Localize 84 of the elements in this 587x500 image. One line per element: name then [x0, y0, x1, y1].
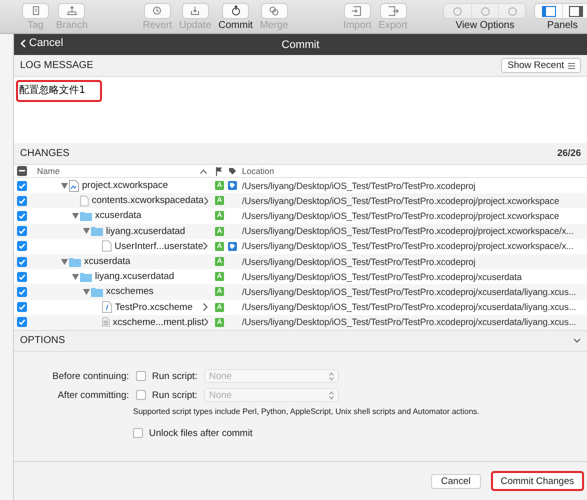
script-document-icon [102, 301, 112, 314]
folder-icon [91, 226, 103, 236]
folder-icon [80, 210, 92, 221]
disclosure-triangle-down-icon[interactable] [60, 182, 68, 189]
file-name: xcschemes [106, 286, 155, 298]
file-location: /Users/liyang/Desktop/iOS_Test/TestPro/TestPro.xcodeproj [242, 256, 476, 267]
disclosure-triangle-down-icon[interactable] [72, 274, 78, 280]
up-down-arrows-icon [329, 372, 334, 381]
checkbox[interactable] [17, 256, 27, 267]
dash-icon [19, 170, 25, 172]
section-title: LOG MESSAGE [20, 60, 94, 71]
checkbox[interactable] [17, 196, 27, 206]
file-location: /Users/liyang/Desktop/iOS_Test/TestPro/TestPro.xcodeproj/project.xcworkspace/x... [242, 226, 574, 236]
option-label: Before continuing: [51, 370, 129, 382]
chevron-icon[interactable] [204, 196, 208, 205]
file-name: project.xcworkspace [82, 180, 170, 192]
view-options-label: View Options [456, 20, 514, 31]
column-header[interactable]: Name [37, 166, 200, 176]
upload-icon [64, 4, 79, 18]
file-location: /Users/liyang/Desktop/iOS_Test/TestPro/TestPro.xcodeproj/project.xcworkspace [242, 210, 560, 221]
file-location: /Users/liyang/Desktop/iOS_Test/TestPro/TestPro.xcodeproj/project.xcworkspace [242, 196, 560, 206]
file-name: xcuserdata [84, 256, 132, 268]
checkbox[interactable] [17, 180, 27, 191]
tag-icon [228, 181, 237, 190]
file-name: liyang.xcuserdatad [95, 271, 176, 282]
chevron-down-icon[interactable] [573, 338, 581, 344]
checkbox[interactable] [17, 226, 27, 236]
file-location: /Users/liyang/Desktop/iOS_Test/TestPro/TestPro.xcodeproj/xcuserdata [242, 272, 522, 282]
file-location: /Users/liyang/Desktop/iOS_Test/TestPro/TestPro.xcodeproj/xcuserdata/liyang.xcus... [242, 317, 576, 328]
file-name: liyang.xcuserdatad [106, 226, 186, 237]
checkbox[interactable] [133, 428, 143, 438]
cancel-link[interactable]: Cancel [20, 37, 64, 49]
checkbox-label: Run script: [152, 370, 198, 382]
file-name: contents.xcworkspacedata [92, 195, 204, 206]
option-label: After committing: [56, 390, 129, 401]
chevron-icon[interactable] [203, 242, 208, 250]
folder-icon [69, 256, 81, 267]
disclosure-triangle-down-icon[interactable] [60, 258, 68, 265]
show-recent-button[interactable]: Show Recent [501, 58, 581, 73]
sort-caret-icon [200, 168, 207, 174]
checkbox-label: Run script: [152, 390, 198, 401]
file-location: /Users/liyang/Desktop/iOS_Test/TestPro/TestPro.xcodeproj/xcuserdata/liyang.xcus... [242, 302, 576, 312]
checkbox[interactable] [17, 317, 27, 328]
list-document-icon [102, 316, 110, 328]
file-name: TestPro.xcscheme [115, 302, 194, 313]
checkbox[interactable] [17, 210, 27, 221]
folder-icon [91, 286, 103, 297]
file-name: xcscheme...ment.plist [112, 316, 204, 328]
workspace-icon [69, 180, 79, 192]
select-all-checkbox[interactable] [17, 166, 27, 176]
disclosure-triangle-down-icon[interactable] [82, 288, 90, 295]
checkbox[interactable] [17, 286, 27, 297]
column-header[interactable]: Location [242, 166, 274, 176]
export-icon [386, 4, 400, 18]
file-location: /Users/liyang/Desktop/iOS_Test/TestPro/TestPro.xcodeproj/project.xcworkspace/x... [242, 241, 574, 252]
list-icon [568, 62, 575, 68]
document-icon [102, 240, 112, 252]
section-title: CHANGES [20, 148, 70, 159]
checkbox[interactable] [17, 302, 27, 312]
cancel-button[interactable]: Cancel [431, 474, 481, 488]
file-name: xcuserdata [95, 210, 142, 222]
panels-label: Panels [547, 20, 578, 31]
checkbox-label: Unlock files after commit [149, 428, 252, 439]
file-name: UserInterf...userstate [114, 240, 204, 252]
file-location: /Users/liyang/Desktop/iOS_Test/TestPro/TestPro.xcodeproj/xcuserdata/liyang.xcus... [242, 286, 576, 297]
commit-button[interactable]: Commit Changes [490, 471, 584, 491]
tag-icon [228, 242, 237, 251]
flag-icon [216, 166, 223, 176]
back-chevron-icon [20, 38, 26, 48]
disclosure-triangle-down-icon[interactable] [82, 228, 90, 234]
document-icon [80, 194, 89, 207]
file-location: /Users/liyang/Desktop/iOS_Test/TestPro/TestPro.xcodeproj [242, 180, 476, 191]
disclosure-triangle-down-icon[interactable] [72, 212, 78, 219]
sheet-title: Commit [282, 38, 320, 50]
up-down-arrows-icon [329, 390, 334, 400]
overlapping-circles-icon [267, 4, 282, 18]
checkbox[interactable] [17, 241, 27, 252]
folder-icon [80, 272, 92, 282]
log-message-field[interactable]: 配置忽略文件1 [16, 80, 102, 102]
checkbox[interactable] [17, 272, 27, 282]
change-count: 26/26 [557, 148, 581, 159]
section-title: OPTIONS [20, 335, 66, 346]
toolbar-button[interactable]: Commit [218, 3, 253, 31]
help-text: Supported script types include Perl, Python, AppleScript, Unix shell scripts and Automator actions. [133, 406, 480, 416]
